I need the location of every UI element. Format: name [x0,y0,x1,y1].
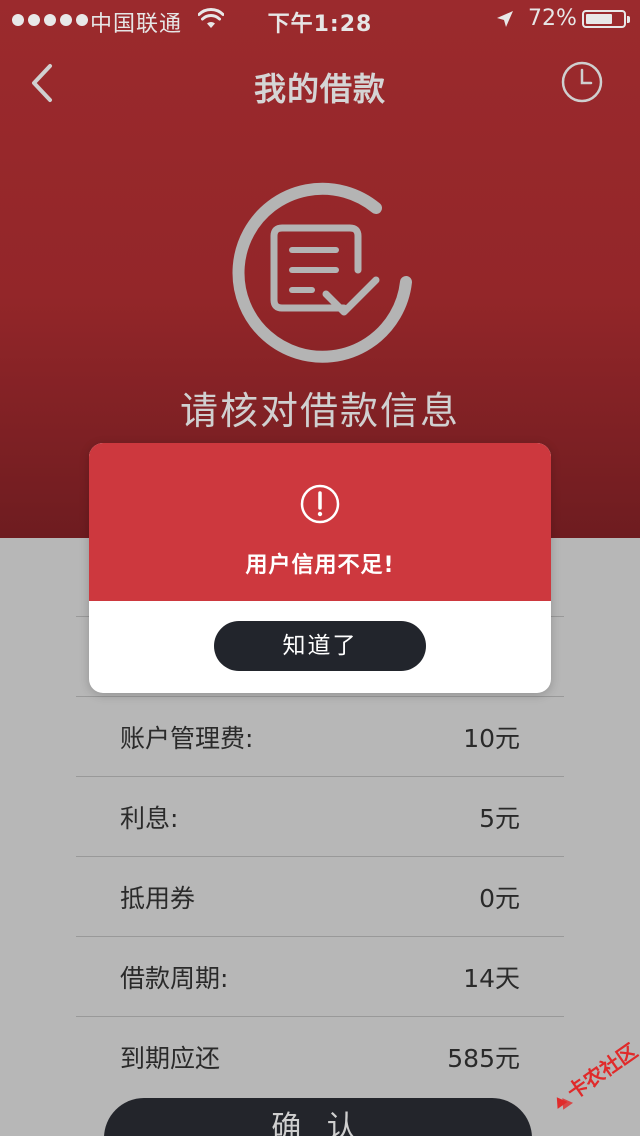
clock-icon[interactable] [560,60,604,104]
exclamation-circle-icon [300,484,340,524]
detail-label: 账户管理费: [120,724,254,753]
detail-label: 利息: [120,804,179,833]
battery-tip [627,16,630,23]
detail-value: 585元 [447,1044,520,1073]
acknowledge-button[interactable]: 知道了 [214,621,426,671]
list-item: 抵用券 0元 [76,856,564,936]
verify-info-title: 请核对借款信息 [179,389,460,433]
battery-icon [582,10,626,28]
list-item: 借款周期: 14天 [76,936,564,1016]
list-item: 账户管理费: 10元 [76,696,564,776]
alert-message: 用户信用不足! [245,553,395,578]
list-item: 利息: 5元 [76,776,564,856]
status-bar: 中国联通 下午1:28 72% [0,0,640,40]
detail-label: 借款周期: [120,964,229,993]
location-arrow-icon [497,11,513,27]
confirm-button[interactable]: 确 认 [104,1098,532,1136]
detail-value: 10元 [463,724,520,753]
detail-value: 14天 [463,964,520,993]
list-item: 到期应还 585元 [76,1016,564,1096]
watermark-logo: 卡农社区 [556,1042,640,1110]
watermark-text: 卡农社区 [563,1042,640,1104]
battery-percent: 72% [528,6,577,31]
app-screen: 中国联通 下午1:28 72% 我的借款 请核对借款信息 账户管理费: 10元 … [0,0,640,1136]
detail-label: 到期应还 [120,1044,221,1073]
alert-dialog: 用户信用不足! 知道了 [89,443,551,693]
battery-level [586,14,612,24]
detail-value: 0元 [479,884,520,913]
detail-label: 抵用券 [120,884,196,913]
document-check-icon [232,182,412,363]
detail-value: 5元 [479,804,520,833]
page-title: 我的借款 [253,70,386,108]
